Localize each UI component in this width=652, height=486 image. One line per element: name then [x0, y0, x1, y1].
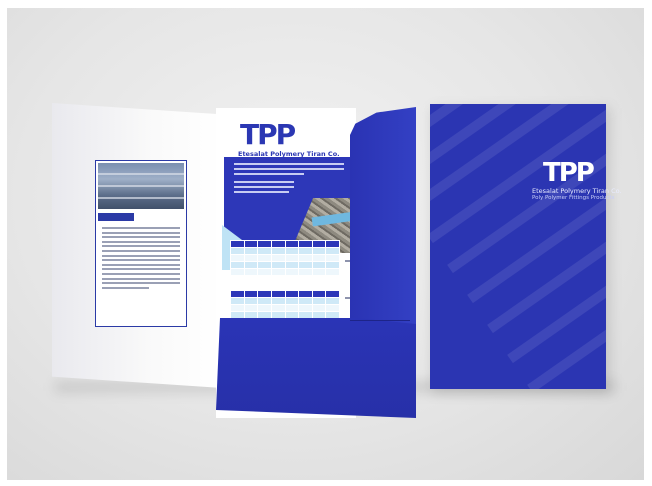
inner-leaflet	[95, 160, 187, 327]
spec-table-2	[230, 290, 340, 319]
folder-pocket	[216, 318, 416, 418]
spec-table-1	[230, 240, 340, 276]
pocket-fold-line	[350, 320, 410, 321]
factory-photo	[98, 163, 184, 209]
folder-cover	[430, 104, 606, 389]
section-tag	[98, 213, 134, 221]
brochure-logo: TPP	[240, 118, 296, 151]
brochure-company-name: Etesalat Polymery Tiran Co.	[238, 150, 340, 158]
cover-company-name: Etesalat Polymery Tiran Co.	[532, 187, 622, 195]
body-text-lines	[102, 227, 180, 291]
cover-tagline: Poly Polymer Fittings Products	[532, 195, 615, 201]
cover-logo: TPP	[543, 158, 595, 188]
